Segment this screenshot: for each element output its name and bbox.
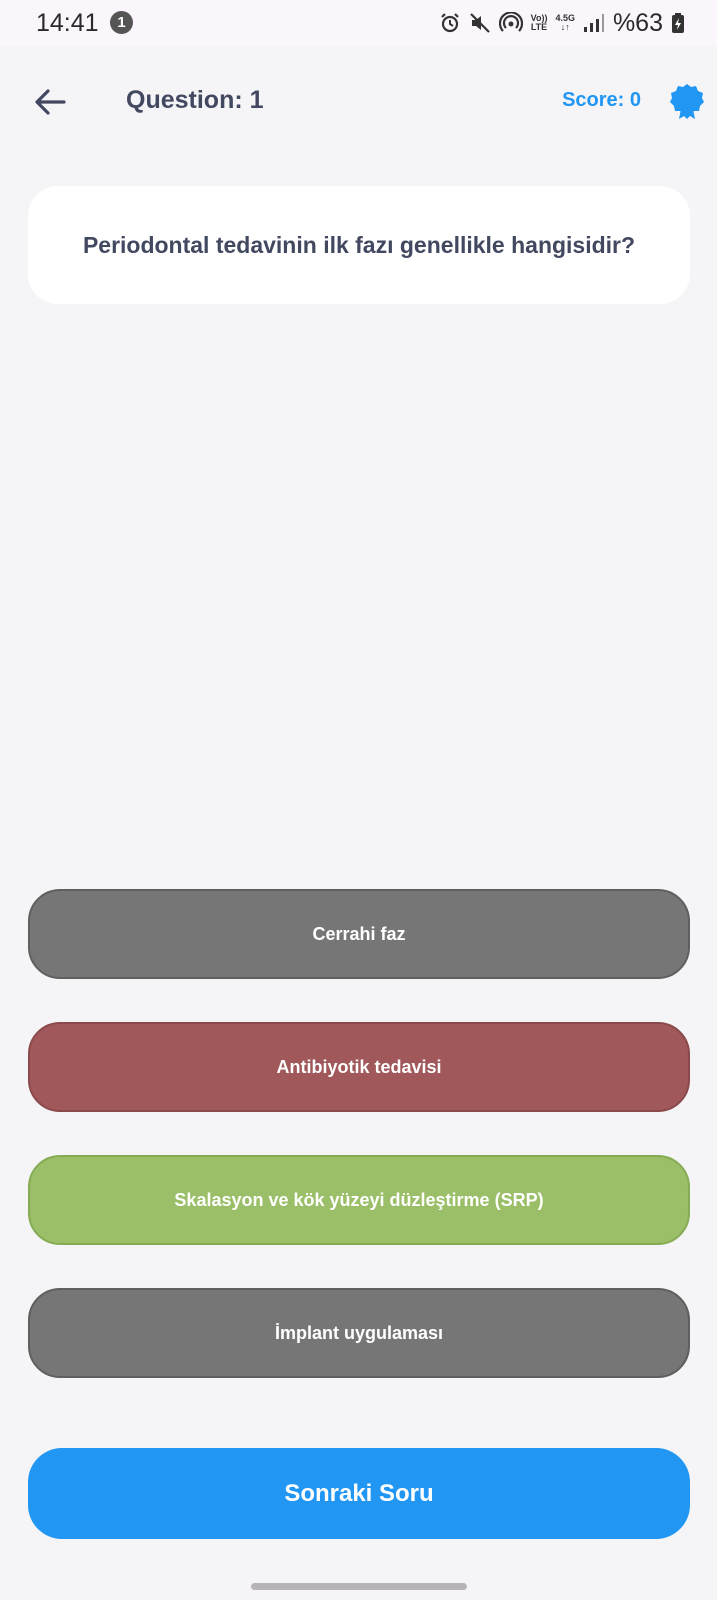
notification-badge: 1 [110,11,133,34]
mute-icon [469,13,490,33]
score-label: Score: 0 [562,89,641,111]
question-card: Periodontal tedavinin ilk fazı genellikl… [28,186,690,304]
award-badge-icon [670,84,704,119]
home-indicator[interactable] [251,1583,467,1590]
answer-option-label: Skalasyon ve kök yüzeyi düzleştirme (SRP… [174,1189,544,1210]
answer-option-label: İmplant uygulaması [274,1322,444,1343]
next-question-label: Sonraki Soru [284,1479,434,1507]
answer-option-1[interactable]: Cerrahi faz [28,889,690,979]
answer-option-4[interactable]: İmplant uygulaması [28,1288,690,1378]
arrow-left-icon [35,89,66,115]
signal-icon [583,14,604,32]
data-indicator: 4.5G ↓↑ [555,13,575,32]
volte-indicator: Vo)) LTE [530,13,548,32]
answer-option-label: Cerrahi faz [312,923,406,944]
answer-option-label: Antibiyotik tedavisi [276,1056,442,1077]
answer-option-3[interactable]: Skalasyon ve kök yüzeyi düzleştirme (SRP… [28,1155,690,1245]
status-time: 14:41 [36,9,99,37]
question-text: Periodontal tedavinin ilk fazı genellikl… [82,231,636,258]
top-app-bar: Question: 1 Score: 0 [0,62,717,142]
status-bar: 14:41 1 Vo)) LTE 4.5G ↓↑ %63 [0,0,717,46]
next-question-button[interactable]: Sonraki Soru [28,1448,690,1539]
status-icons: Vo)) LTE 4.5G ↓↑ %63 [439,8,685,38]
data-arrows-icon: ↓↑ [560,22,570,32]
battery-level: %63 [612,8,663,37]
answer-option-2[interactable]: Antibiyotik tedavisi [28,1022,690,1112]
page-title: Question: 1 [126,86,264,114]
alarm-icon [440,13,459,33]
hotspot-icon [498,12,523,32]
back-button[interactable] [28,80,72,124]
battery-icon [672,13,684,33]
